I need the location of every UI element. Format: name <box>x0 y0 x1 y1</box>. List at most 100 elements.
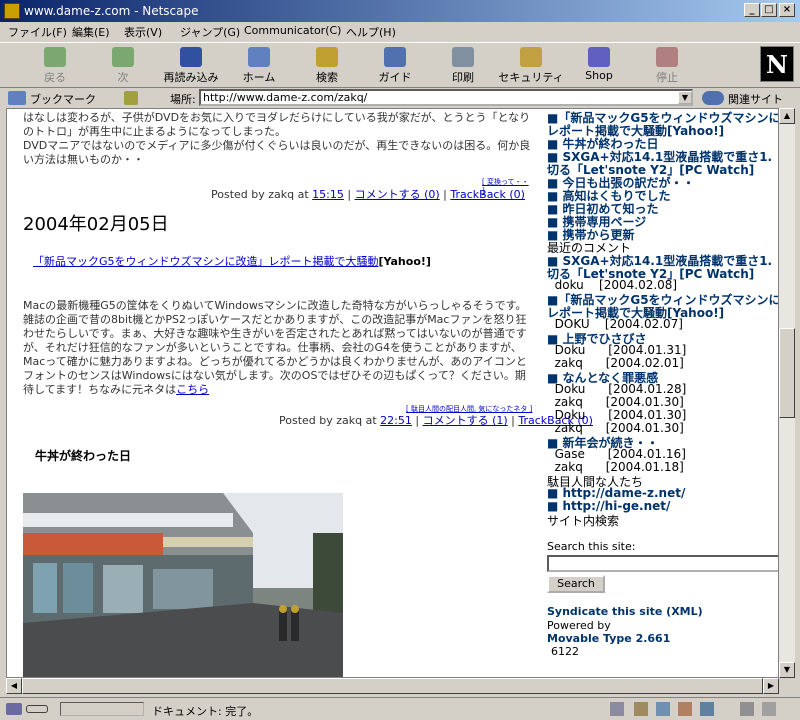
sidebar-heading: サイト内検索 <box>547 514 620 528</box>
url-input[interactable]: http://www.dame-z.com/zakq/ <box>199 89 693 106</box>
shop-icon <box>588 47 610 67</box>
location-label: 場所: <box>170 93 196 106</box>
sidebar-comment: zakq [2004.01.30] <box>547 421 684 435</box>
scroll-thumb[interactable] <box>779 328 795 418</box>
permalink-1[interactable]: 15:15 <box>312 188 344 201</box>
sidebar-link[interactable]: ■ http://dame-z.net/ <box>547 486 685 500</box>
comment-link-2[interactable]: コメントする (1) <box>423 414 508 427</box>
netscape-logo[interactable]: N <box>760 46 794 82</box>
vertical-scrollbar[interactable]: ▲ ▼ <box>779 108 795 678</box>
headline-source: [Yahoo!] <box>378 255 431 268</box>
entry-photo <box>23 493 343 677</box>
horizontal-scrollbar[interactable]: ◀ ▶ <box>6 678 779 694</box>
sidebar-comment: zakq [2004.02.01] <box>547 356 684 370</box>
home-icon <box>248 47 270 67</box>
permalink-2[interactable]: 22:51 <box>380 414 412 427</box>
title-bar: www.dame-z.com - Netscape _ □ × <box>0 0 800 22</box>
headline: 「新品マックG5をウィンドウズマシンに改造」レポート掲載で大騒動[Yahoo!] <box>33 253 431 269</box>
page-content: はなしは変わるが、子供がDVDをお気に入りでヨダレだらけにしている我が家だが、と… <box>6 108 779 678</box>
powered-by-label: Powered by <box>547 619 611 632</box>
forward-button[interactable]: 次 <box>90 45 156 87</box>
navigation-toolbar: 戻る 次 再読み込み ホーム 検索 ガイド 印刷 セキュリティ Shop 停止 <box>0 42 800 88</box>
intro-text: はなしは変わるが、子供がDVDをお気に入りでヨダレだらけにしている我が家だが、と… <box>23 111 531 166</box>
sidebar-comment: Doku [2004.01.30] <box>547 408 687 422</box>
print-icon <box>452 47 474 67</box>
bookmark-icon <box>8 91 26 105</box>
menu-view[interactable]: 表示(V) <box>124 24 162 40</box>
resize-grip-icon <box>762 702 776 716</box>
scroll-down-icon[interactable]: ▼ <box>779 662 795 678</box>
search-button[interactable]: 検索 <box>294 45 360 87</box>
menu-help[interactable]: ヘルプ(H) <box>346 24 396 40</box>
mail-icon[interactable] <box>634 702 648 716</box>
movable-type-link[interactable]: Movable Type 2.661 <box>547 632 670 645</box>
related-icon <box>702 91 724 105</box>
sidebar-comment: DOKU [2004.02.07] <box>547 317 683 331</box>
stop-button[interactable]: 停止 <box>634 45 700 87</box>
page-proxy-icon[interactable] <box>124 91 138 105</box>
visitor-counter: 6122 <box>551 645 579 658</box>
post-footer-2: Posted by zakq at 22:51 | コメントする (1) | T… <box>279 414 593 427</box>
related-sites-button[interactable]: 関連サイト <box>728 91 783 107</box>
guide-icon <box>384 47 406 67</box>
connection-icon <box>26 705 48 713</box>
menu-edit[interactable]: 編集(E) <box>72 24 110 40</box>
close-button[interactable]: × <box>779 3 795 17</box>
progress-bar <box>60 702 144 716</box>
stop-icon <box>656 47 678 67</box>
scroll-right-icon[interactable]: ▶ <box>763 678 779 694</box>
composer-icon[interactable] <box>678 702 692 716</box>
location-bar: ブックマーク 場所: http://www.dame-z.com/zakq/ ▼… <box>0 88 800 108</box>
search-icon <box>316 47 338 67</box>
maximize-button[interactable]: □ <box>761 3 777 17</box>
source-link[interactable]: こちら <box>176 383 209 396</box>
navigator-icon[interactable] <box>656 702 670 716</box>
address-book-icon[interactable] <box>700 702 714 716</box>
bookmarks-button[interactable]: ブックマーク <box>30 91 96 107</box>
sidebar-comment: zakq [2004.01.30] <box>547 395 684 409</box>
site-search-input[interactable] <box>547 555 778 572</box>
search-label: Search this site: <box>547 540 636 553</box>
window-title: www.dame-z.com - Netscape <box>24 4 199 18</box>
minimize-button[interactable]: _ <box>744 3 760 17</box>
date-header: 2004年02月05日 <box>23 214 169 235</box>
reload-button[interactable]: 再読み込み <box>158 45 224 87</box>
entry-title: 牛丼が終わった日 <box>35 449 132 463</box>
security-lock-icon[interactable] <box>6 703 22 715</box>
component-bar-icon[interactable] <box>610 702 624 716</box>
shop-button[interactable]: Shop <box>566 45 632 87</box>
comment-link-1[interactable]: コメントする (0) <box>355 188 440 201</box>
offline-icon[interactable] <box>740 702 754 716</box>
guide-button[interactable]: ガイド <box>362 45 428 87</box>
sidebar-comment: Doku [2004.01.31] <box>547 343 687 357</box>
menu-bar: ファイル(F) 編集(E) 表示(V) ジャンプ(G) Communicator… <box>0 22 800 40</box>
scroll-up-icon[interactable]: ▲ <box>779 108 795 124</box>
url-dropdown-icon[interactable]: ▼ <box>678 91 692 104</box>
syndicate-link[interactable]: Syndicate this site (XML) <box>547 605 703 618</box>
headline-link[interactable]: 「新品マックG5をウィンドウズマシンに改造」レポート掲載で大騒動 <box>33 255 379 268</box>
trackback-link-1[interactable]: TrackBack (0) <box>450 188 525 201</box>
forward-arrow-icon <box>112 47 134 67</box>
reload-icon <box>180 47 202 67</box>
security-button[interactable]: セキュリティ <box>498 45 564 87</box>
status-text: ドキュメント: 完了。 <box>152 705 259 718</box>
menu-communicator[interactable]: Communicator(C) <box>244 24 341 37</box>
lock-icon <box>520 47 542 67</box>
entry-text: Macの最新機種G5の筐体をくりぬいてWindowsマシンに改造した奇特な方がい… <box>23 299 527 396</box>
scroll-left-icon[interactable]: ◀ <box>6 678 22 694</box>
horizontal-scroll-thumb[interactable] <box>22 678 763 694</box>
sidebar-link[interactable]: ■ http://hi-ge.net/ <box>547 499 670 513</box>
sidebar-comment: doku [2004.02.08] <box>547 278 678 292</box>
status-bar: ドキュメント: 完了。 <box>0 697 800 720</box>
menu-go[interactable]: ジャンプ(G) <box>180 24 240 40</box>
netscape-app-icon[interactable] <box>4 3 20 19</box>
menu-file[interactable]: ファイル(F) <box>8 24 67 40</box>
home-button[interactable]: ホーム <box>226 45 292 87</box>
sidebar-comment: zakq [2004.01.18] <box>547 460 684 474</box>
print-button[interactable]: 印刷 <box>430 45 496 87</box>
back-arrow-icon <box>44 47 66 67</box>
back-button[interactable]: 戻る <box>22 45 88 87</box>
station-photo-svg <box>23 493 343 677</box>
sidebar-comment: Gase [2004.01.16] <box>547 447 686 461</box>
site-search-button[interactable]: Search <box>547 575 605 593</box>
